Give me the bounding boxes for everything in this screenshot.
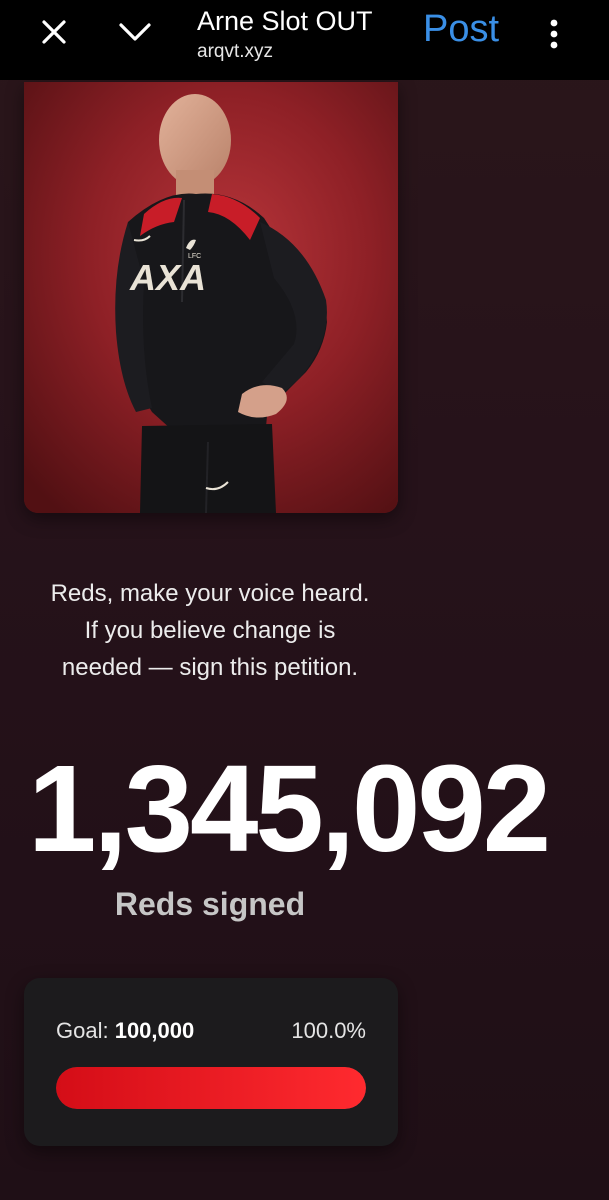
message-line: Reds, make your voice heard. [50, 580, 370, 607]
goal-text: Goal: 100,000 [56, 1018, 194, 1044]
club-crest: LFC [188, 253, 201, 260]
petition-message: Reds, make your voice heard. If you beli… [0, 575, 420, 686]
close-icon [42, 20, 66, 44]
signature-count: 1,345,092 [28, 741, 551, 878]
signature-count-label: Reds signed [114, 886, 306, 922]
close-button[interactable] [32, 10, 76, 54]
manager-illustration: AXA LFC [24, 82, 398, 513]
page-title-block: Arne Slot OUT arqvt.xyz [197, 4, 373, 64]
goal-row: Goal: 100,000 100.0% [56, 1018, 366, 1044]
goal-prefix: Goal: [56, 1018, 115, 1043]
page-domain: arqvt.xyz [197, 41, 274, 62]
goal-card: Goal: 100,000 100.0% [24, 978, 398, 1146]
message-line: If you believe change is [84, 617, 336, 644]
minimize-button[interactable] [113, 10, 157, 54]
chevron-down-icon [119, 23, 151, 41]
more-menu-button[interactable] [536, 12, 572, 56]
browser-toolbar: Arne Slot OUT arqvt.xyz Post [0, 0, 609, 80]
progress-bar-fill [56, 1067, 366, 1109]
progress-bar [56, 1067, 366, 1109]
message-line: needed — sign this petition. [61, 654, 359, 681]
goal-percent: 100.0% [291, 1018, 366, 1043]
kebab-menu-icon [550, 19, 558, 49]
post-button[interactable]: Post [423, 6, 499, 52]
goal-amount: 100,000 [114, 1018, 195, 1043]
manager-photo: AXA LFC [24, 82, 398, 513]
sponsor-logo: AXA [129, 257, 206, 298]
page-title: Arne Slot OUT [197, 6, 373, 36]
